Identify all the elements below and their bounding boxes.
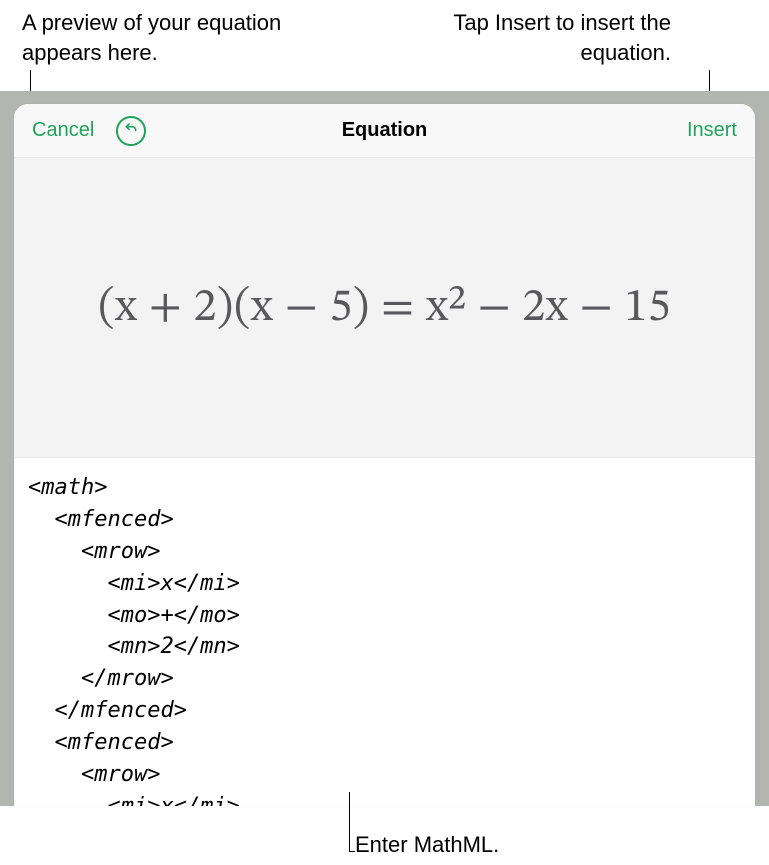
callout-enter-mathml: Enter MathML.: [355, 830, 499, 860]
undo-button[interactable]: [116, 116, 146, 146]
equation-panel: Cancel Equation Insert (x + 2)(x − 5) = …: [14, 104, 755, 806]
callout-preview: A preview of your equation appears here.: [22, 8, 302, 67]
mathml-source[interactable]: <math> <mfenced> <mrow> <mi>x</mi> <mo>+…: [28, 472, 755, 806]
callout-line: [349, 792, 350, 852]
equation-preview-area: (x + 2)(x − 5) = x² − 2x − 15: [14, 158, 755, 458]
root: A preview of your equation appears here.…: [0, 0, 769, 865]
cancel-button[interactable]: Cancel: [32, 119, 94, 142]
device-frame: Cancel Equation Insert (x + 2)(x − 5) = …: [0, 91, 769, 806]
toolbar: Cancel Equation Insert: [14, 104, 755, 158]
callout-insert: Tap Insert to insert the equation.: [411, 8, 671, 67]
insert-button[interactable]: Insert: [687, 119, 737, 142]
undo-icon: [123, 120, 139, 141]
mathml-input-area[interactable]: <math> <mfenced> <mrow> <mi>x</mi> <mo>+…: [14, 458, 755, 806]
equation-preview: (x + 2)(x − 5) = x² − 2x − 15: [98, 279, 671, 337]
